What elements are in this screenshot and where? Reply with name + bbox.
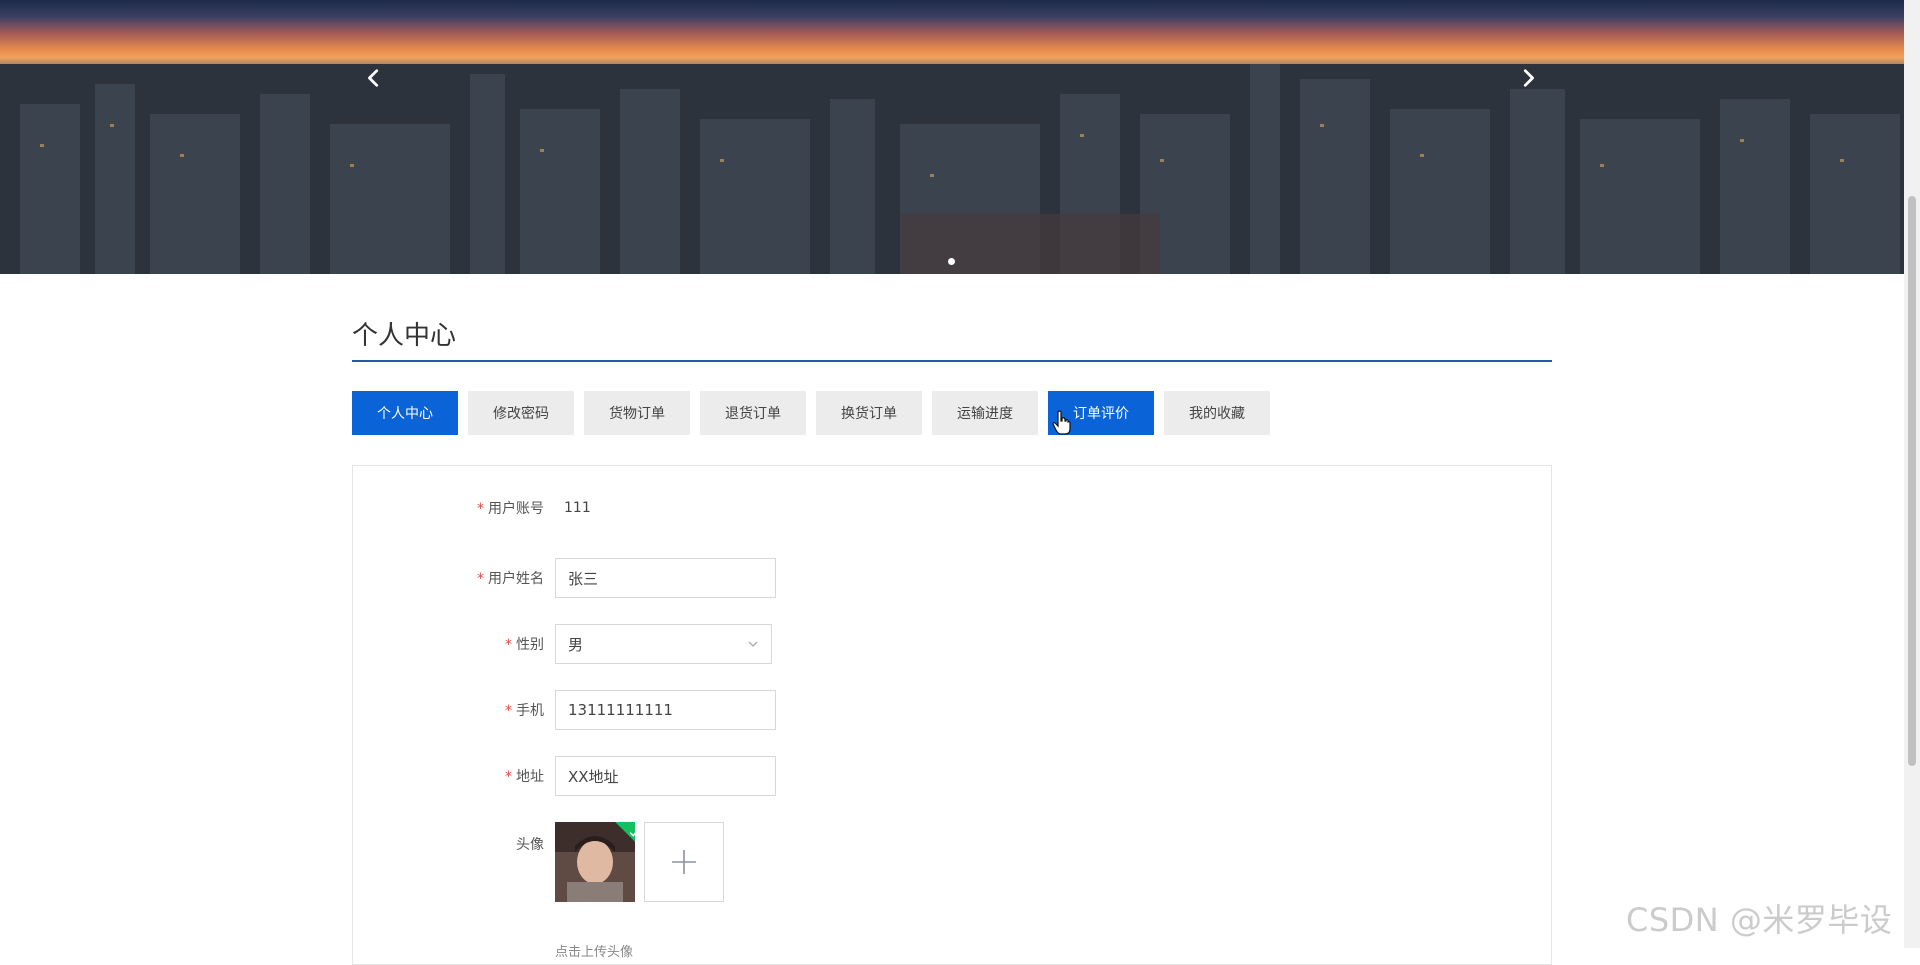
gender-selected-value: 男	[568, 635, 584, 654]
check-icon	[629, 829, 635, 837]
tab-goods-orders[interactable]: 货物订单	[584, 391, 690, 435]
tab-return-orders[interactable]: 退货订单	[700, 391, 806, 435]
account-value: 111	[564, 500, 591, 516]
form-row-phone: * 手机 13111111111	[353, 690, 776, 730]
form-row-avatar: 头像	[353, 822, 724, 902]
city-skyline-image	[0, 64, 1904, 274]
address-input[interactable]: XX地址	[555, 756, 776, 796]
name-label: * 用户姓名	[477, 571, 544, 587]
page-title: 个人中心	[352, 321, 457, 351]
title-divider	[352, 360, 1552, 362]
phone-label: * 手机	[505, 703, 544, 719]
tab-shipping-progress[interactable]: 运输进度	[932, 391, 1038, 435]
tab-my-favorites[interactable]: 我的收藏	[1164, 391, 1270, 435]
watermark: CSDN @米罗毕设	[1626, 901, 1893, 939]
carousel-prev-button[interactable]	[354, 58, 394, 98]
name-input[interactable]: 张三	[555, 558, 776, 598]
scrollbar-thumb[interactable]	[1908, 196, 1916, 766]
chevron-down-icon	[748, 641, 758, 647]
tab-exchange-orders[interactable]: 换货订单	[816, 391, 922, 435]
carousel-next-button[interactable]	[1508, 58, 1548, 98]
chevron-right-icon	[1523, 69, 1534, 87]
avatar-label: 头像	[516, 837, 544, 853]
page-scrollbar[interactable]	[1904, 0, 1920, 948]
plus-icon	[672, 850, 696, 874]
avatar-uploader	[555, 822, 724, 902]
avatar-upload-button[interactable]	[644, 822, 724, 902]
hand-cursor-icon	[1052, 410, 1071, 435]
chevron-left-icon	[368, 69, 379, 87]
carousel-indicator-dot[interactable]	[948, 258, 955, 265]
form-row-address: * 地址 XX地址	[353, 756, 776, 796]
account-label: * 用户账号	[477, 501, 544, 517]
avatar-thumbnail[interactable]	[555, 822, 635, 902]
tab-bar: 个人中心 修改密码 货物订单 退货订单 换货订单 运输进度 订单评价 我的收藏	[352, 391, 1552, 435]
form-row-account: * 用户账号 111	[353, 496, 591, 520]
tab-personal-center[interactable]: 个人中心	[352, 391, 458, 435]
address-label: * 地址	[505, 769, 544, 785]
banner-carousel	[0, 0, 1904, 274]
phone-input[interactable]: 13111111111	[555, 690, 776, 730]
avatar-photo	[555, 822, 635, 902]
personal-center-section: 个人中心 个人中心 修改密码 货物订单 退货订单 换货订单 运输进度 订单评价 …	[352, 312, 1552, 435]
form-row-gender: * 性别 男	[353, 624, 772, 664]
tab-change-password[interactable]: 修改密码	[468, 391, 574, 435]
gender-label: * 性别	[505, 637, 544, 653]
gender-select[interactable]: 男	[555, 624, 772, 664]
profile-form: * 用户账号 111 * 用户姓名 张三 * 性别 男 * 手机 13111111111…	[352, 465, 1552, 965]
avatar-upload-hint: 点击上传头像	[555, 945, 634, 960]
form-row-name: * 用户姓名 张三	[353, 558, 776, 598]
